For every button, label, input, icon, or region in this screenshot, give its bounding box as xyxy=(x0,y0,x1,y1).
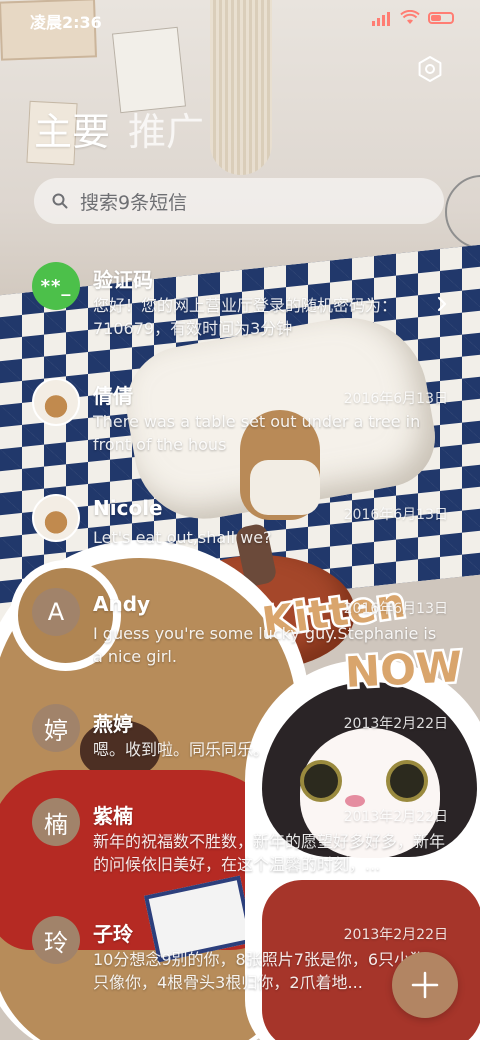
avatar xyxy=(32,378,80,426)
wifi-icon xyxy=(400,10,420,24)
signal-icon xyxy=(372,10,392,26)
contact-name: 紫楠 xyxy=(93,804,133,828)
search-placeholder: 搜索9条短信 xyxy=(80,191,188,214)
chevron-right-icon[interactable] xyxy=(434,296,450,312)
avatar: 婷 xyxy=(32,704,80,752)
message-preview: 您好！您的网上营业厅登录的随机密码为：710679，有效时间为3分钟 xyxy=(93,296,398,338)
avatar: 楠 xyxy=(32,798,80,846)
settings-icon[interactable] xyxy=(416,55,444,83)
avatar xyxy=(32,494,80,542)
contact-name: Nicole xyxy=(93,496,163,520)
message-date: 2013年2月22日 xyxy=(343,716,448,732)
conversation-item[interactable]: A Andy 2016年6月13日 I guess you're some lu… xyxy=(0,582,480,694)
message-date: 2016年6月13日 xyxy=(343,601,448,617)
tab-bar: 主要 推广 xyxy=(34,108,204,156)
status-time: 凌晨2:36 xyxy=(30,13,102,32)
message-date: 2016年6月13日 xyxy=(343,507,448,523)
contact-name: 倩倩 xyxy=(93,384,133,408)
conversation-item[interactable]: 婷 燕婷 2013年2月22日 嗯。收到啦。同乐同乐。 xyxy=(0,702,480,802)
contact-name: 子玲 xyxy=(93,922,133,946)
message-preview: 新年的祝福数不胜数，新年的愿望好多好多，新年的问候依旧美好，在这个温馨的时刻，.… xyxy=(93,832,446,874)
message-preview: There was a table set out under a tree i… xyxy=(93,412,421,454)
message-preview: Let's eat out,shall we? xyxy=(93,528,272,547)
avatar: A xyxy=(32,588,80,636)
conversation-item-verification[interactable]: **_ 验证码 您好！您的网上营业厅登录的随机密码为：710679，有效时间为3… xyxy=(0,252,480,362)
contact-name: 验证码 xyxy=(93,268,153,292)
message-preview: I guess you're some lucky guy.Stephanie … xyxy=(93,624,437,666)
avatar: 玲 xyxy=(32,916,80,964)
tab-main[interactable]: 主要 xyxy=(34,108,110,156)
plus-icon xyxy=(411,971,439,999)
search-icon xyxy=(52,193,68,209)
search-bar[interactable]: 搜索9条短信 xyxy=(34,178,444,224)
compose-button[interactable] xyxy=(392,952,458,1018)
contact-name: Andy xyxy=(93,592,151,616)
message-date: 2013年2月22日 xyxy=(343,927,448,943)
contact-name: 燕婷 xyxy=(93,712,133,736)
status-icons xyxy=(372,10,454,26)
message-preview: 嗯。收到啦。同乐同乐。 xyxy=(93,740,270,759)
message-date: 2013年2月22日 xyxy=(343,809,448,825)
battery-icon xyxy=(428,12,454,24)
message-date: 2016年6月13日 xyxy=(343,391,448,407)
conversation-item[interactable]: 倩倩 2016年6月13日 There was a table set out … xyxy=(0,370,480,482)
conversation-item[interactable]: 楠 紫楠 2013年2月22日 新年的祝福数不胜数，新年的愿望好多好多，新年的问… xyxy=(0,796,480,908)
status-bar: 凌晨2:36 xyxy=(0,0,480,40)
tab-promotions[interactable]: 推广 xyxy=(128,108,204,156)
conversation-item[interactable]: Nicole 2016年6月13日 Let's eat out,shall we… xyxy=(0,486,480,586)
avatar: **_ xyxy=(32,262,80,310)
